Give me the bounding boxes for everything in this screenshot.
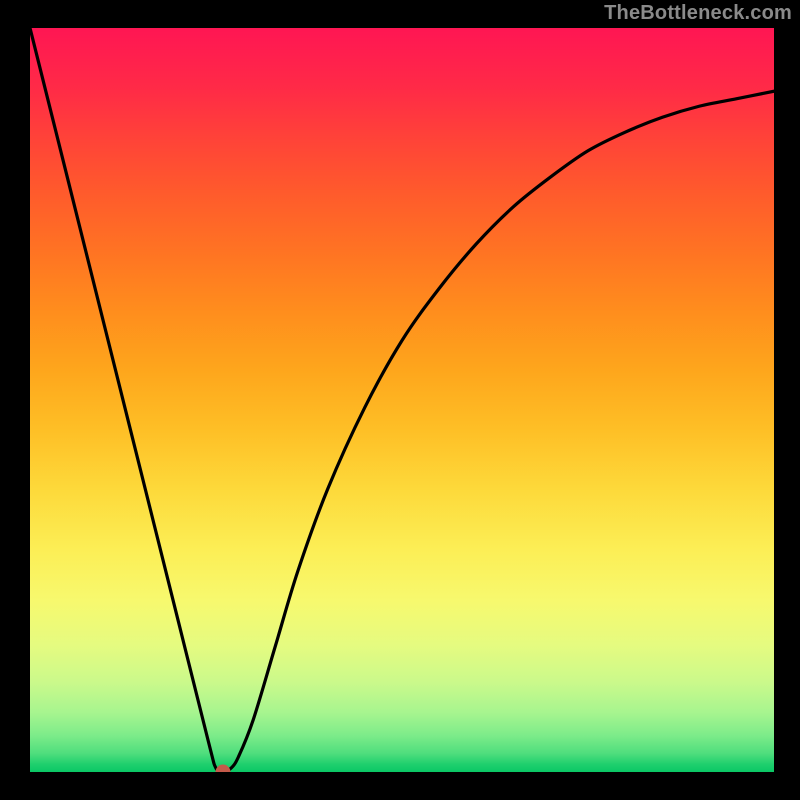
bottleneck-curve	[30, 28, 774, 772]
plot-area	[30, 28, 774, 772]
attribution-text: TheBottleneck.com	[604, 2, 792, 25]
chart-frame: TheBottleneck.com	[0, 0, 800, 800]
